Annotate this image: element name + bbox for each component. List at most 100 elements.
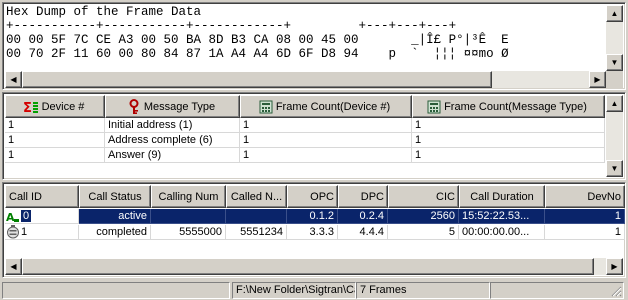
- device-cell: 1: [5, 118, 105, 133]
- column-header-cic[interactable]: CIC: [388, 185, 459, 208]
- frame-count-device-cell: 1: [240, 133, 412, 148]
- hex-vertical-scrollbar[interactable]: ▲ ▼: [606, 5, 623, 71]
- column-header-label: Call Duration: [470, 190, 534, 203]
- column-header-label: CIC: [436, 190, 455, 203]
- scroll-right-button[interactable]: ▶: [606, 258, 623, 275]
- calling-num-cell: [151, 209, 226, 224]
- messages-table-header: Σ Device # Message Type Frame Count(Devi…: [5, 95, 605, 118]
- size-grip-icon[interactable]: [610, 285, 622, 297]
- status-file-path: F:\New Folder\Sigtran\Cal: [232, 282, 356, 299]
- message-type-cell: Address complete (6): [105, 133, 240, 148]
- column-header-label: Called N...: [230, 190, 283, 203]
- scroll-down-button[interactable]: ▼: [606, 54, 623, 71]
- call-active-icon: A: [6, 211, 19, 223]
- scroll-left-button[interactable]: ◀: [5, 71, 22, 88]
- scroll-up-button[interactable]: ▲: [606, 5, 623, 22]
- column-header-label: DevNo: [587, 190, 621, 203]
- status-bar: F:\New Folder\Sigtran\Cal 7 Frames: [0, 279, 628, 300]
- arrow-up-icon: ▲: [610, 9, 619, 18]
- scroll-right-button[interactable]: ▶: [589, 71, 606, 88]
- table-row[interactable]: 1 completed 5555000 5551234 3.3.3 4.4.4 …: [5, 225, 625, 240]
- cic-cell: 5: [388, 225, 459, 240]
- call-id-value: 1: [21, 226, 28, 238]
- opc-cell: 3.3.3: [287, 225, 338, 240]
- arrow-left-icon: ◀: [10, 262, 17, 271]
- column-header-frame-count-message-type[interactable]: Frame Count(Message Type): [412, 95, 605, 118]
- message-type-cell: Answer (9): [105, 148, 240, 163]
- frame-count-message-type-cell: 1: [412, 148, 605, 163]
- device-cell: 1: [5, 148, 105, 163]
- frame-count-device-cell: 1: [240, 118, 412, 133]
- call-duration-cell: 00:00:00.00...: [459, 225, 545, 240]
- key-icon: [129, 98, 139, 114]
- dpc-cell: 0.2.4: [338, 209, 388, 224]
- column-header-called-num[interactable]: Called N...: [226, 185, 287, 208]
- cic-cell: 2560: [388, 209, 459, 224]
- devno-cell: 1: [545, 209, 625, 224]
- hex-horizontal-scrollbar[interactable]: ◀ ▶: [5, 71, 606, 88]
- table-row[interactable]: 1 Address complete (6) 1 1: [5, 133, 605, 148]
- calls-table-pane[interactable]: Call ID Call Status Calling Num Called N…: [2, 182, 626, 278]
- column-header-device[interactable]: Σ Device #: [5, 95, 105, 118]
- column-header-label: Calling Num: [158, 190, 219, 203]
- called-num-cell: [226, 209, 287, 224]
- column-header-label: OPC: [310, 190, 334, 203]
- messages-vertical-scrollbar[interactable]: ▲ ▼: [606, 95, 623, 177]
- column-header-calling-num[interactable]: Calling Num: [151, 185, 226, 208]
- scroll-up-button[interactable]: ▲: [606, 95, 623, 112]
- scroll-corner: [606, 71, 623, 88]
- column-header-opc[interactable]: OPC: [287, 185, 338, 208]
- column-header-label: DPC: [360, 190, 384, 203]
- dpc-cell: 4.4.4: [338, 225, 388, 240]
- call-id-value: 0: [21, 210, 32, 222]
- column-header-label: Call Status: [88, 190, 142, 203]
- svg-text:Σ: Σ: [23, 101, 32, 114]
- hex-dump-ruler: +-----------+-----------+------------+ +…: [6, 19, 457, 33]
- column-header-dpc[interactable]: DPC: [338, 185, 388, 208]
- device-cell: 1: [5, 133, 105, 148]
- frame-count-message-type-cell: 1: [412, 118, 605, 133]
- arrow-down-icon: ▼: [610, 164, 619, 173]
- call-status-cell: completed: [79, 225, 151, 240]
- hex-dump-pane[interactable]: Hex Dump of the Frame Data +-----------+-…: [2, 2, 626, 90]
- column-header-devno[interactable]: DevNo: [545, 185, 625, 208]
- column-header-message-type[interactable]: Message Type: [105, 95, 240, 118]
- column-header-call-duration[interactable]: Call Duration: [459, 185, 545, 208]
- arrow-left-icon: ◀: [10, 75, 17, 84]
- arrow-down-icon: ▼: [610, 58, 619, 67]
- calculator-icon: [427, 100, 441, 113]
- scroll-thumb[interactable]: [22, 71, 492, 88]
- column-header-call-status[interactable]: Call Status: [79, 185, 151, 208]
- opc-cell: 0.1.2: [287, 209, 338, 224]
- table-row-selected[interactable]: A 0 active 0.1.2 0.2.4 2560 15:52:22.53.…: [5, 209, 625, 224]
- arrow-right-icon: ▶: [611, 262, 618, 271]
- call-id-cell: A 0: [5, 209, 79, 224]
- table-row[interactable]: 1 Answer (9) 1 1: [5, 148, 605, 163]
- column-header-frame-count-device[interactable]: Frame Count(Device #): [240, 95, 412, 118]
- messages-table-pane[interactable]: Σ Device # Message Type Frame Count(Devi…: [2, 92, 626, 180]
- scroll-left-button[interactable]: ◀: [5, 258, 22, 275]
- sum-icon: Σ: [23, 101, 38, 114]
- hex-dump-title: Hex Dump of the Frame Data: [6, 5, 202, 19]
- table-row[interactable]: 1 Initial address (1) 1 1: [5, 118, 605, 133]
- frame-count-device-cell: 1: [240, 148, 412, 163]
- message-type-cell: Initial address (1): [105, 118, 240, 133]
- column-header-label: Message Type: [143, 100, 216, 113]
- scroll-thumb[interactable]: [22, 258, 594, 275]
- calls-horizontal-scrollbar[interactable]: ◀ ▶: [5, 258, 623, 275]
- arrow-up-icon: ▲: [610, 99, 619, 108]
- hex-dump-text: Hex Dump of the Frame Data +-----------+-…: [6, 5, 605, 71]
- call-completed-icon: [7, 225, 19, 239]
- devno-cell: 1: [545, 225, 625, 240]
- called-num-cell: 5551234: [226, 225, 287, 240]
- hex-dump-line: 00 70 2F 11 60 00 80 84 87 1A A4 A4 6D 6…: [6, 47, 509, 61]
- status-panel-empty: [2, 282, 230, 299]
- call-id-cell: 1: [5, 225, 79, 240]
- hex-dump-line: 00 00 5F 7C CE A3 00 50 BA 8D B3 CA 08 0…: [6, 33, 509, 47]
- column-header-call-id[interactable]: Call ID: [5, 185, 79, 208]
- svg-text:A: A: [6, 211, 15, 223]
- calling-num-cell: 5555000: [151, 225, 226, 240]
- scroll-down-button[interactable]: ▼: [606, 160, 623, 177]
- column-header-label: Call ID: [9, 190, 43, 203]
- calculator-icon: [259, 100, 273, 113]
